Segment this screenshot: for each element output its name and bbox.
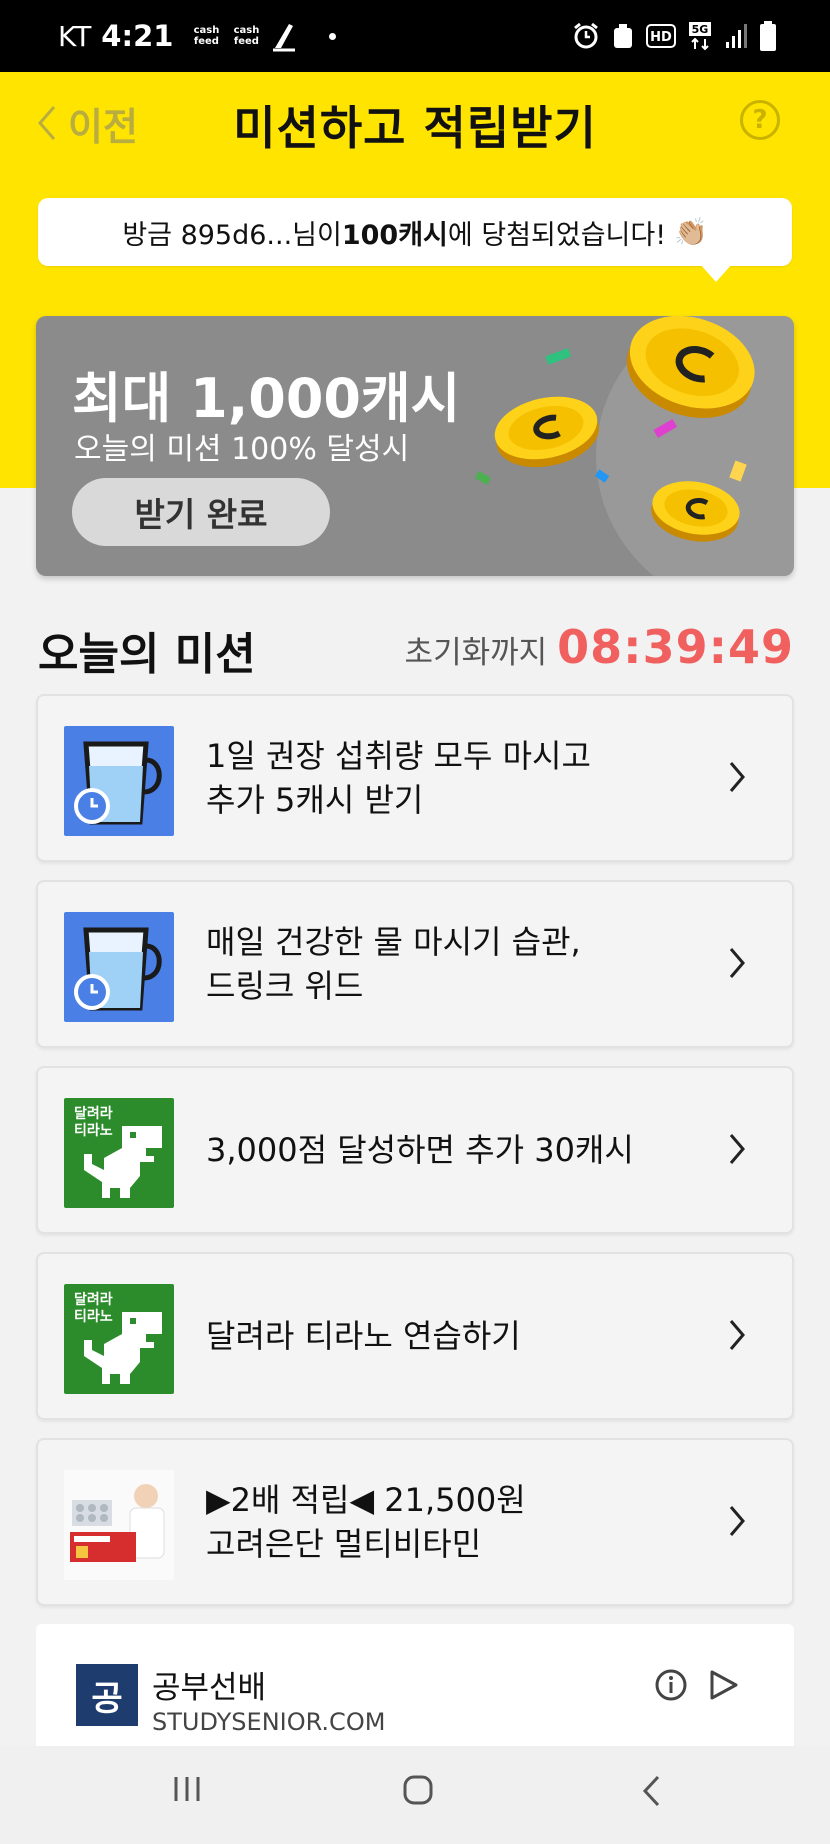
ad-logo: 공 [76,1664,138,1726]
banner-title: 최대 1,000캐시 [72,367,461,430]
notice-highlight: 100캐시 [341,219,448,251]
dino-game-thumbnail: 달려라 티라노 [64,1098,174,1208]
page-title: 미션하고 적립받기 [233,101,597,155]
chevron-right-icon [729,1134,745,1164]
mission-text: ▶2배 적립◀ 21,500원 고려은단 멀티비타민 [206,1440,712,1604]
clap-emoji: 👏🏼 [674,217,708,248]
recent-apps-icon[interactable] [172,1774,202,1804]
chevron-right-icon [729,948,745,978]
status-bar: KT 4:21 cash feed cash feed HD 5G [0,0,830,72]
mission-line1: 달려라 티라노 연습하기 [206,1317,521,1355]
mission-text: 매일 건강한 물 마시기 습관, 드링크 위드 [206,882,712,1046]
mission-line1: 매일 건강한 물 마시기 습관, [206,923,581,961]
notice-suffix: 에 당첨되었습니다! [447,219,667,251]
winner-notice: 방금 895d6...님이 100캐시 에 당첨되었습니다! 👏🏼 [38,198,792,266]
svg-text:5G: 5G [692,23,709,36]
carrier-label: KT [58,19,92,53]
mission-card-drink-with[interactable]: 매일 건강한 물 마시기 습관, 드링크 위드 [36,880,794,1048]
vitamin-product-thumbnail [64,1470,174,1580]
mission-card-dino-score[interactable]: 달려라 티라노 3,000점 달성하면 추가 30캐시 [36,1066,794,1234]
battery-icon [760,21,776,51]
water-cup-thumbnail [64,912,174,1022]
hd-voice-icon: HD [646,24,676,48]
mission-line2: 고려은단 멀티비타민 [206,1525,482,1563]
reward-banner: 최대 1,000캐시 오늘의 미션 100% 달성시 받기 완료 [36,316,794,576]
ad-advertiser-name: 공부선배 [152,1670,267,1706]
mission-line2: 추가 5캐시 받기 [206,781,424,819]
svg-text:HD: HD [650,30,672,45]
mission-card-vitamin-offer[interactable]: ▶2배 적립◀ 21,500원 고려은단 멀티비타민 [36,1438,794,1606]
help-button[interactable]: ? [740,100,780,140]
back-nav-icon[interactable] [640,1774,664,1808]
reset-label: 초기화까지 [404,635,548,671]
dino-thumb-label: 달려라 티라노 [74,1106,113,1139]
more-notif-dot [329,32,337,40]
mission-text: 3,000점 달성하면 추가 30캐시 [206,1068,712,1232]
notice-prefix: 방금 895d6...님이 [122,219,342,251]
mission-card-dino-practice[interactable]: 달려라 티라노 달려라 티라노 연습하기 [36,1252,794,1420]
notice-tail [700,264,732,282]
mission-line1: 1일 권장 섭취량 모두 마시고 [206,737,591,775]
banner-subtitle: 오늘의 미션 100% 달성시 [74,432,410,467]
mission-card-water-intake[interactable]: 1일 권장 섭취량 모두 마시고 추가 5캐시 받기 [36,694,794,862]
sync-icon [614,24,632,48]
dino-game-thumbnail: 달려라 티라노 [64,1284,174,1394]
vitamin-product-image [64,1470,174,1580]
5g-icon: 5G [689,22,711,51]
water-cup-icon [64,726,174,836]
alarm-icon [574,22,598,49]
water-cup-thumbnail [64,726,174,836]
mission-text: 1일 권장 섭취량 모두 마시고 추가 5캐시 받기 [206,696,712,860]
app-notif-icon [273,24,296,52]
section-title: 오늘의 미션 [38,629,256,680]
clock: 4:21 [101,19,174,53]
mission-line1: ▶2배 적립◀ 21,500원 [206,1481,526,1519]
ad-controls [654,1668,738,1702]
dino-thumb-label: 달려라 티라노 [74,1292,113,1325]
ad-card[interactable]: 공 공부선배 STUDYSENIOR.COM [36,1624,794,1754]
mission-line2: 드링크 위드 [206,967,364,1005]
mission-text: 달려라 티라노 연습하기 [206,1254,712,1418]
ad-domain: STUDYSENIOR.COM [152,1708,386,1736]
cashfeed-notif-icon: cash feed [233,25,260,47]
claim-complete-button[interactable]: 받기 완료 [72,478,330,546]
system-nav-bar [0,1746,830,1844]
chevron-right-icon [729,1320,745,1350]
ad-choices-icon[interactable] [708,1668,738,1702]
signal-icon [726,24,747,48]
reset-countdown: 초기화까지 08:39:49 [405,620,794,674]
cashfeed-notif-icon: cash feed [193,25,220,47]
ad-info-icon[interactable] [654,1668,688,1702]
mission-line1: 3,000점 달성하면 추가 30캐시 [206,1131,634,1169]
home-icon[interactable] [402,1774,434,1806]
chevron-right-icon [729,1506,745,1536]
water-cup-icon [64,912,174,1022]
reset-timer: 08:39:49 [557,620,794,674]
chevron-right-icon [729,762,745,792]
